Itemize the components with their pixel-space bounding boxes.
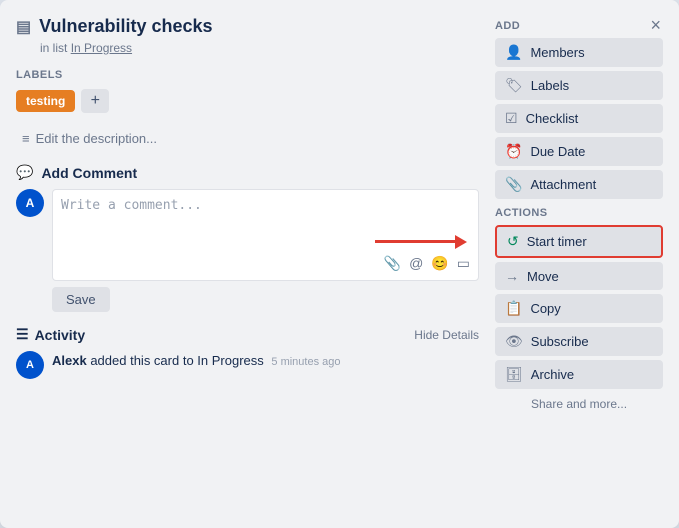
attachment-label: Attachment [530,177,596,192]
comment-toolbar: 📎 @ 😊 ▭ [61,255,470,272]
subscribe-label: Subscribe [531,334,589,349]
mention-icon[interactable]: @ [409,255,423,272]
activity-title: ☰ Activity [16,326,85,343]
archive-label: Archive [531,367,574,382]
attachment-btn-icon: 📎 [505,176,522,193]
subscribe-button[interactable]: 👁 Subscribe [495,327,663,356]
labels-button[interactable]: 🏷 Labels [495,71,663,100]
labels-section: Labels testing + [16,69,479,113]
activity-header: ☰ Activity Hide Details [16,326,479,343]
labels-icon: 🏷 [505,77,523,94]
close-button[interactable]: × [644,12,667,38]
start-timer-container: ↺ Start timer [495,225,663,258]
card-modal: × ▤ Vulnerability checks in list In Prog… [0,0,679,528]
archive-button[interactable]: 🗄 Archive [495,360,663,389]
members-button[interactable]: 👤 Members [495,38,663,67]
comment-bubble-icon: 💬 [16,164,33,181]
hide-details-link[interactable]: Hide Details [414,328,479,342]
labels-label: Labels [531,78,569,93]
attachment-button[interactable]: 📎 Attachment [495,170,663,199]
description-icon: ≡ [22,131,30,146]
copy-button[interactable]: 📋 Copy [495,294,663,323]
modal-title-row: ▤ Vulnerability checks [16,16,479,37]
modal-right: Add 👤 Members 🏷 Labels ☑ Checklist ⏰ Due… [495,16,663,415]
start-timer-label: Start timer [527,234,587,249]
move-label: Move [527,269,559,284]
card-insert-icon[interactable]: ▭ [457,255,470,272]
in-list-line: in list In Progress [40,41,479,55]
activity-time: 5 minutes ago [271,356,340,368]
activity-action: added this card to In Progress [90,353,263,368]
user-avatar: A [16,189,44,217]
share-more-link[interactable]: Share and more... [495,393,663,415]
card-icon: ▤ [16,17,31,37]
activity-icon: ☰ [16,326,29,343]
emoji-icon[interactable]: 😊 [431,255,448,272]
card-title: Vulnerability checks [39,16,212,37]
save-comment-button[interactable]: Save [52,287,110,312]
red-arrow [375,235,467,249]
actions-section: Actions ↺ Start timer → Move [495,207,663,415]
timer-icon: ↺ [507,233,519,250]
labels-row: testing + [16,89,479,113]
checklist-button[interactable]: ☑ Checklist [495,104,663,133]
checklist-icon: ☑ [505,110,518,127]
add-comment-header: 💬 Add Comment [16,164,479,181]
label-badge-testing[interactable]: testing [16,90,75,112]
add-section-title: Add [495,20,663,32]
copy-label: Copy [530,301,560,316]
members-icon: 👤 [505,44,522,61]
in-list-link[interactable]: In Progress [71,41,132,55]
subscribe-icon: 👁 [505,333,523,350]
actions-section-title: Actions [495,207,663,219]
activity-avatar: A [16,351,44,379]
activity-user: Alexk [52,353,87,368]
modal-left: ▤ Vulnerability checks in list In Progre… [16,16,479,415]
activity-item: A Alexk added this card to In Progress 5… [16,351,479,379]
due-date-label: Due Date [530,144,585,159]
copy-icon: 📋 [505,300,522,317]
edit-description-link[interactable]: ≡ Edit the description... [16,127,479,150]
attachment-icon[interactable]: 📎 [384,255,401,272]
move-icon: → [505,268,519,284]
checklist-label: Checklist [526,111,579,126]
arrow-line [375,240,455,243]
modal-body: ▤ Vulnerability checks in list In Progre… [16,16,663,415]
labels-section-label: Labels [16,69,479,81]
activity-text: Alexk added this card to In Progress 5 m… [52,351,341,371]
due-date-button[interactable]: ⏰ Due Date [495,137,663,166]
activity-section: ☰ Activity Hide Details A Alexk added th… [16,326,479,379]
members-label: Members [530,45,584,60]
move-button[interactable]: → Move [495,262,663,290]
start-timer-button[interactable]: ↺ Start timer [495,225,663,258]
add-label-button[interactable]: + [81,89,109,113]
due-date-icon: ⏰ [505,143,522,160]
archive-icon: 🗄 [505,366,523,383]
arrow-head [455,235,467,249]
